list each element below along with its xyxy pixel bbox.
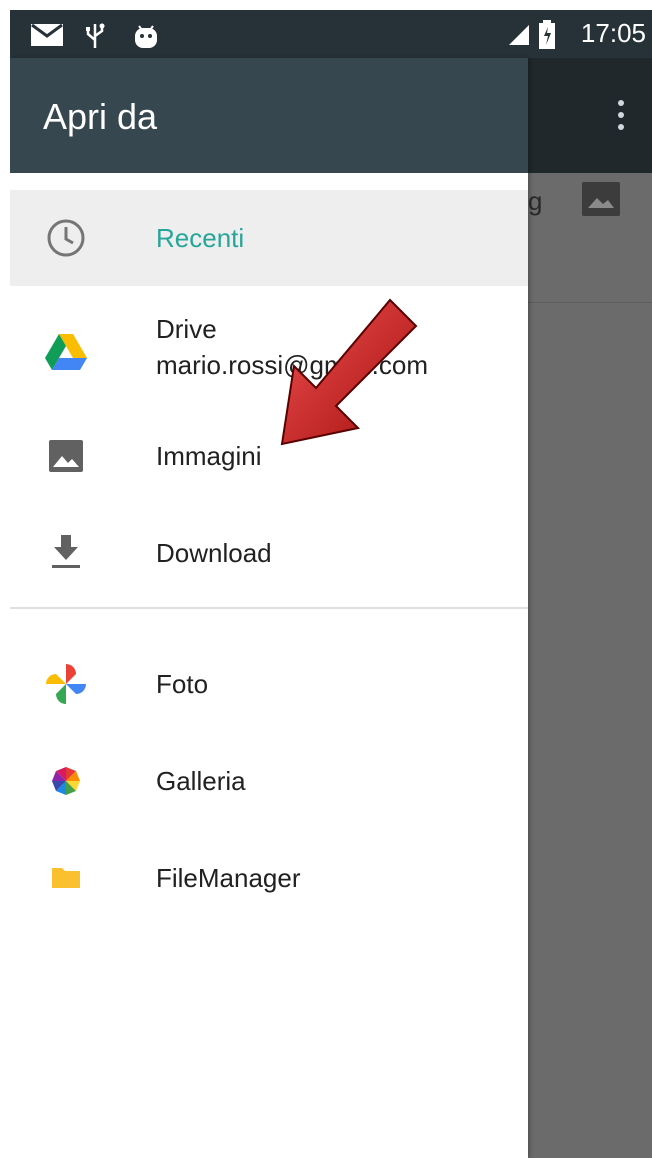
- drawer-item-label: FileManager: [156, 863, 301, 893]
- drawer-item-label: Foto: [156, 669, 209, 699]
- usb-icon: [86, 23, 105, 48]
- drawer-item-label: Recenti: [156, 223, 245, 253]
- drawer-divider: [10, 607, 528, 609]
- drawer-item-foto[interactable]: Foto: [10, 636, 528, 732]
- battery-icon: [539, 20, 555, 49]
- google-drive-icon: [45, 334, 87, 370]
- background-text-fragment: g: [528, 186, 543, 216]
- android-debug-icon: [135, 25, 157, 48]
- status-bar: 17:05: [10, 10, 652, 58]
- image-icon: [49, 440, 83, 472]
- annotation-arrow-icon: [280, 298, 418, 446]
- drawer-item-label: Drive: [156, 314, 217, 344]
- download-icon: [52, 535, 80, 568]
- signal-icon: [509, 25, 529, 45]
- drawer-item-immagini[interactable]: Immagini: [10, 408, 528, 504]
- folder-icon: [52, 868, 80, 888]
- mail-icon: [31, 23, 63, 46]
- overflow-menu-icon: [616, 100, 626, 136]
- drawer-item-galleria[interactable]: Galleria: [10, 733, 528, 829]
- image-thumbnail-icon: [582, 182, 620, 216]
- gallery-icon: [52, 767, 80, 795]
- drawer-title: Apri da: [43, 96, 158, 137]
- drawer-item-recenti[interactable]: Recenti: [10, 190, 528, 286]
- google-photos-icon: [46, 664, 86, 704]
- drawer-item-drive[interactable]: Drive mario.rossi@gmail.com: [10, 302, 528, 402]
- drawer-item-label: Galleria: [156, 766, 246, 796]
- clock-icon: [47, 219, 85, 257]
- background-divider: [528, 302, 652, 303]
- drawer-item-label: Download: [156, 538, 272, 568]
- screen: 17:05 g Apri da Recenti Drive mario.ross…: [10, 10, 652, 1158]
- drawer-item-filemanager[interactable]: FileManager: [10, 830, 528, 926]
- drawer-item-download[interactable]: Download: [10, 505, 528, 601]
- clock-time: 17:05: [580, 18, 646, 48]
- drawer-header: Apri da: [10, 58, 528, 173]
- drawer-item-label: Immagini: [156, 441, 262, 471]
- navigation-drawer: Apri da Recenti Drive mario.rossi@gmail.…: [10, 58, 528, 1158]
